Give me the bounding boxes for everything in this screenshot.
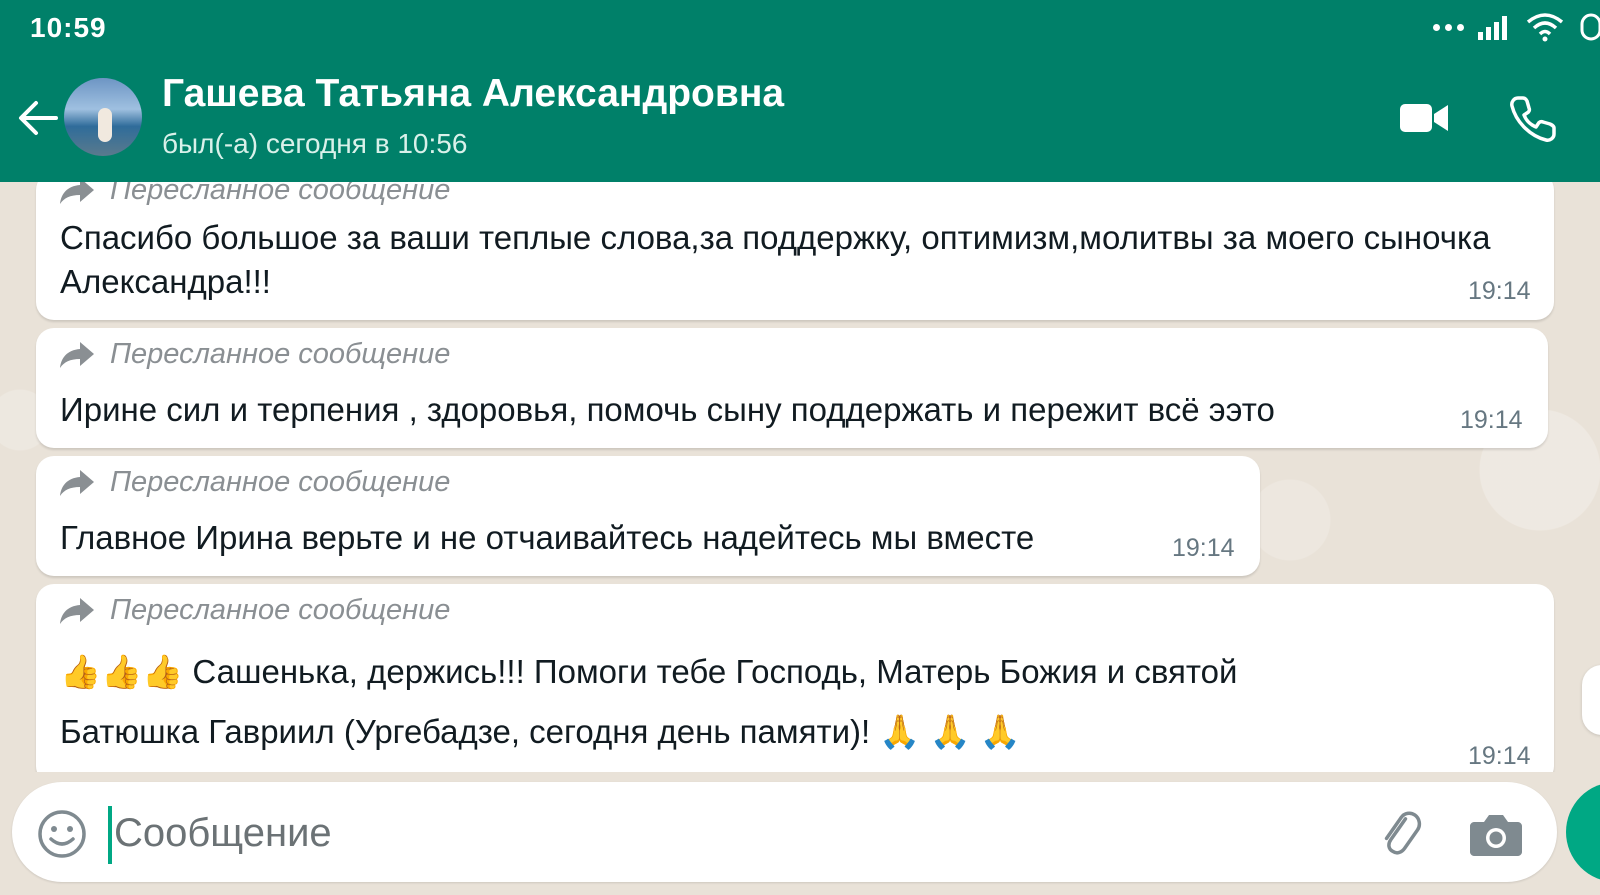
forwarded-label: Пересланное сообщение — [110, 466, 451, 498]
phone-call-icon[interactable] — [1508, 94, 1558, 144]
status-bar-time: 10:59 — [30, 12, 107, 43]
signal-icon — [1478, 16, 1507, 40]
forward-arrow-icon — [60, 341, 94, 368]
smiley-icon[interactable] — [36, 808, 88, 860]
forwarded-header: Пересланное сообщение — [58, 338, 450, 371]
message-text: Спасибо большое за ваши теплые слова,за … — [60, 219, 1491, 300]
message-bubble[interactable]: Пересланное сообщение 👍👍👍 Сашенька, держ… — [36, 584, 1554, 772]
last-seen-status: был(-а) сегодня в 10:56 — [162, 128, 468, 159]
status-bar-icons — [1433, 10, 1600, 44]
more-dots-icon — [1433, 23, 1464, 31]
wifi-icon — [1526, 13, 1564, 42]
contact-avatar[interactable] — [64, 78, 142, 156]
forwarded-label: Пересланное сообщение — [110, 338, 451, 370]
message-input[interactable] — [108, 798, 1314, 868]
forward-arrow-icon — [60, 597, 94, 624]
back-arrow-icon[interactable] — [16, 96, 60, 140]
message-composer — [12, 782, 1557, 882]
message-text: Ирине сил и терпения , здоровья, помочь … — [60, 391, 1275, 428]
video-call-icon[interactable] — [1398, 96, 1450, 140]
forwarded-header: Пересланное сообщение — [58, 182, 450, 207]
message-text: Главное Ирина верьте и не отчаивайтесь н… — [60, 519, 1035, 556]
forwarded-header: Пересланное сообщение — [58, 466, 450, 499]
scroll-to-bottom-button[interactable] — [1582, 665, 1600, 735]
message-time: 19:14 — [1468, 742, 1531, 770]
message-bubble[interactable]: Пересланное сообщение Главное Ирина верь… — [36, 456, 1260, 576]
paperclip-icon[interactable] — [1374, 808, 1426, 860]
camera-icon[interactable] — [1468, 810, 1524, 860]
message-text-line-2: Батюшка Гавриил (Ургебадзе, сегодня день… — [60, 713, 1021, 750]
message-list[interactable]: Пересланное сообщение Спасибо большое за… — [0, 182, 1600, 772]
message-bubble[interactable]: Пересланное сообщение Ирине сил и терпен… — [36, 328, 1548, 448]
message-time: 19:14 — [1172, 534, 1235, 562]
message-time: 19:14 — [1460, 406, 1523, 434]
battery-icon — [1580, 13, 1600, 41]
forward-arrow-icon — [60, 182, 94, 204]
message-text-line-1: 👍👍👍 Сашенька, держись!!! Помоги тебе Гос… — [60, 653, 1238, 690]
forward-arrow-icon — [60, 469, 94, 496]
chat-header: 10:59 Гашева Татьяна Александровна был(-… — [0, 0, 1600, 182]
message-bubble[interactable]: Пересланное сообщение Спасибо большое за… — [36, 182, 1554, 320]
contact-name[interactable]: Гашева Татьяна Александровна — [162, 72, 784, 116]
message-time: 19:14 — [1468, 277, 1531, 305]
forwarded-label: Пересланное сообщение — [110, 182, 451, 206]
forwarded-header: Пересланное сообщение — [58, 594, 450, 627]
forwarded-label: Пересланное сообщение — [110, 594, 451, 626]
